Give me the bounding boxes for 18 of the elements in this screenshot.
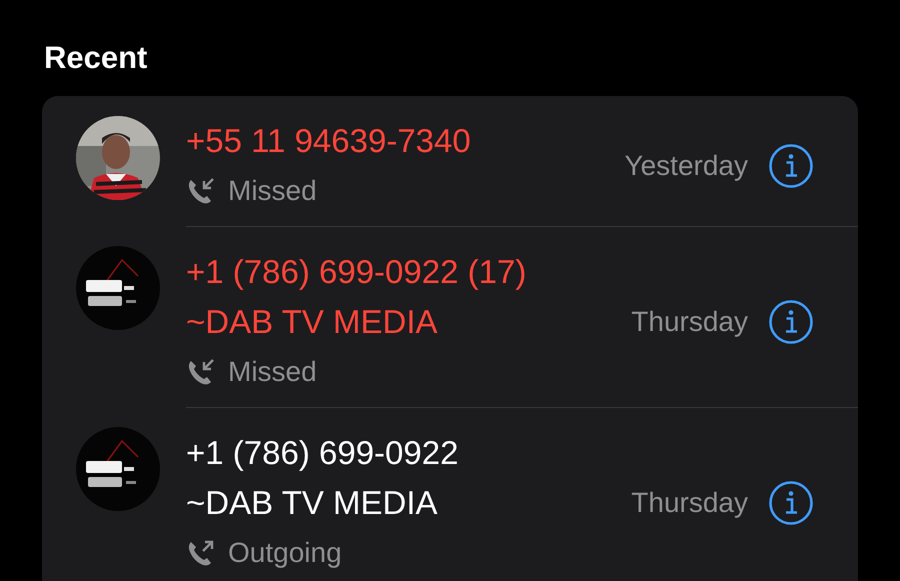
- call-date: Thursday: [631, 306, 748, 338]
- caller-name: +1 (786) 699-0922: [186, 434, 458, 471]
- call-status: Outgoing: [228, 536, 342, 570]
- info-icon[interactable]: [768, 299, 814, 345]
- caller-name: ~DAB TV MEDIA: [186, 484, 438, 521]
- call-date: Thursday: [631, 487, 748, 519]
- info-icon[interactable]: [768, 143, 814, 189]
- call-status: Missed: [228, 174, 317, 208]
- info-icon[interactable]: [768, 480, 814, 526]
- call-status: Missed: [228, 355, 317, 389]
- phone-arrow-icon: [186, 538, 216, 568]
- caller-name: ~DAB TV MEDIA: [186, 303, 438, 340]
- phone-arrow-icon: [186, 176, 216, 206]
- phone-arrow-icon: [186, 357, 216, 387]
- caller-name: +1 (786) 699-0922 (17): [186, 253, 526, 290]
- section-title: Recent: [44, 39, 148, 77]
- caller-name: +55 11 94639-7340: [186, 122, 471, 159]
- call-date: Yesterday: [624, 150, 748, 182]
